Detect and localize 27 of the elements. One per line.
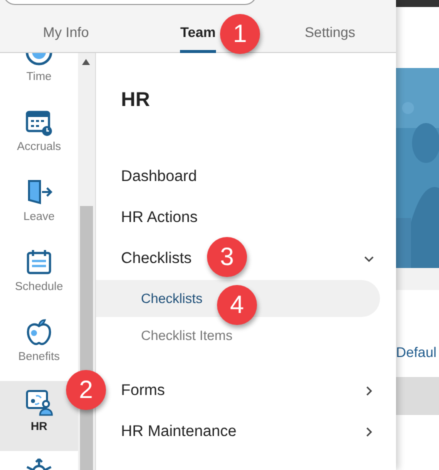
nav-item[interactable]: HR (0, 381, 78, 451)
calendar-icon (24, 247, 54, 277)
header-bar (396, 377, 439, 415)
nav-item[interactable]: Schedule (0, 241, 78, 311)
menu-item[interactable]: Checklists (121, 250, 192, 268)
chevron-right-icon[interactable] (364, 426, 374, 436)
submenu-item[interactable]: Checklists (141, 291, 203, 306)
menu-item[interactable]: Forms (121, 382, 165, 400)
submenu-item[interactable]: Checklist Items (141, 328, 233, 343)
presentation-icon (24, 387, 54, 417)
apple-icon (24, 317, 54, 347)
top-bar (396, 0, 439, 7)
nav-item[interactable]: Leave (0, 171, 78, 241)
menu-item[interactable]: HR Actions (121, 208, 198, 226)
panel-strip (396, 268, 439, 290)
scrollbar[interactable] (78, 53, 96, 470)
menu-item[interactable]: HR Maintenance (121, 422, 236, 440)
chevron-right-icon[interactable] (364, 386, 374, 396)
nav-item[interactable]: Time (0, 53, 78, 101)
scroll-up-arrow-icon[interactable] (82, 59, 90, 65)
link[interactable]: Defaul (396, 344, 436, 365)
menu-item[interactable]: Dashboard (121, 168, 197, 186)
tab[interactable]: My Info (0, 5, 132, 53)
nav-item[interactable]: Accruals (0, 101, 78, 171)
tab[interactable]: Settings (264, 5, 396, 53)
section-title: HR (121, 88, 151, 113)
chevron-down-icon[interactable] (364, 254, 374, 264)
